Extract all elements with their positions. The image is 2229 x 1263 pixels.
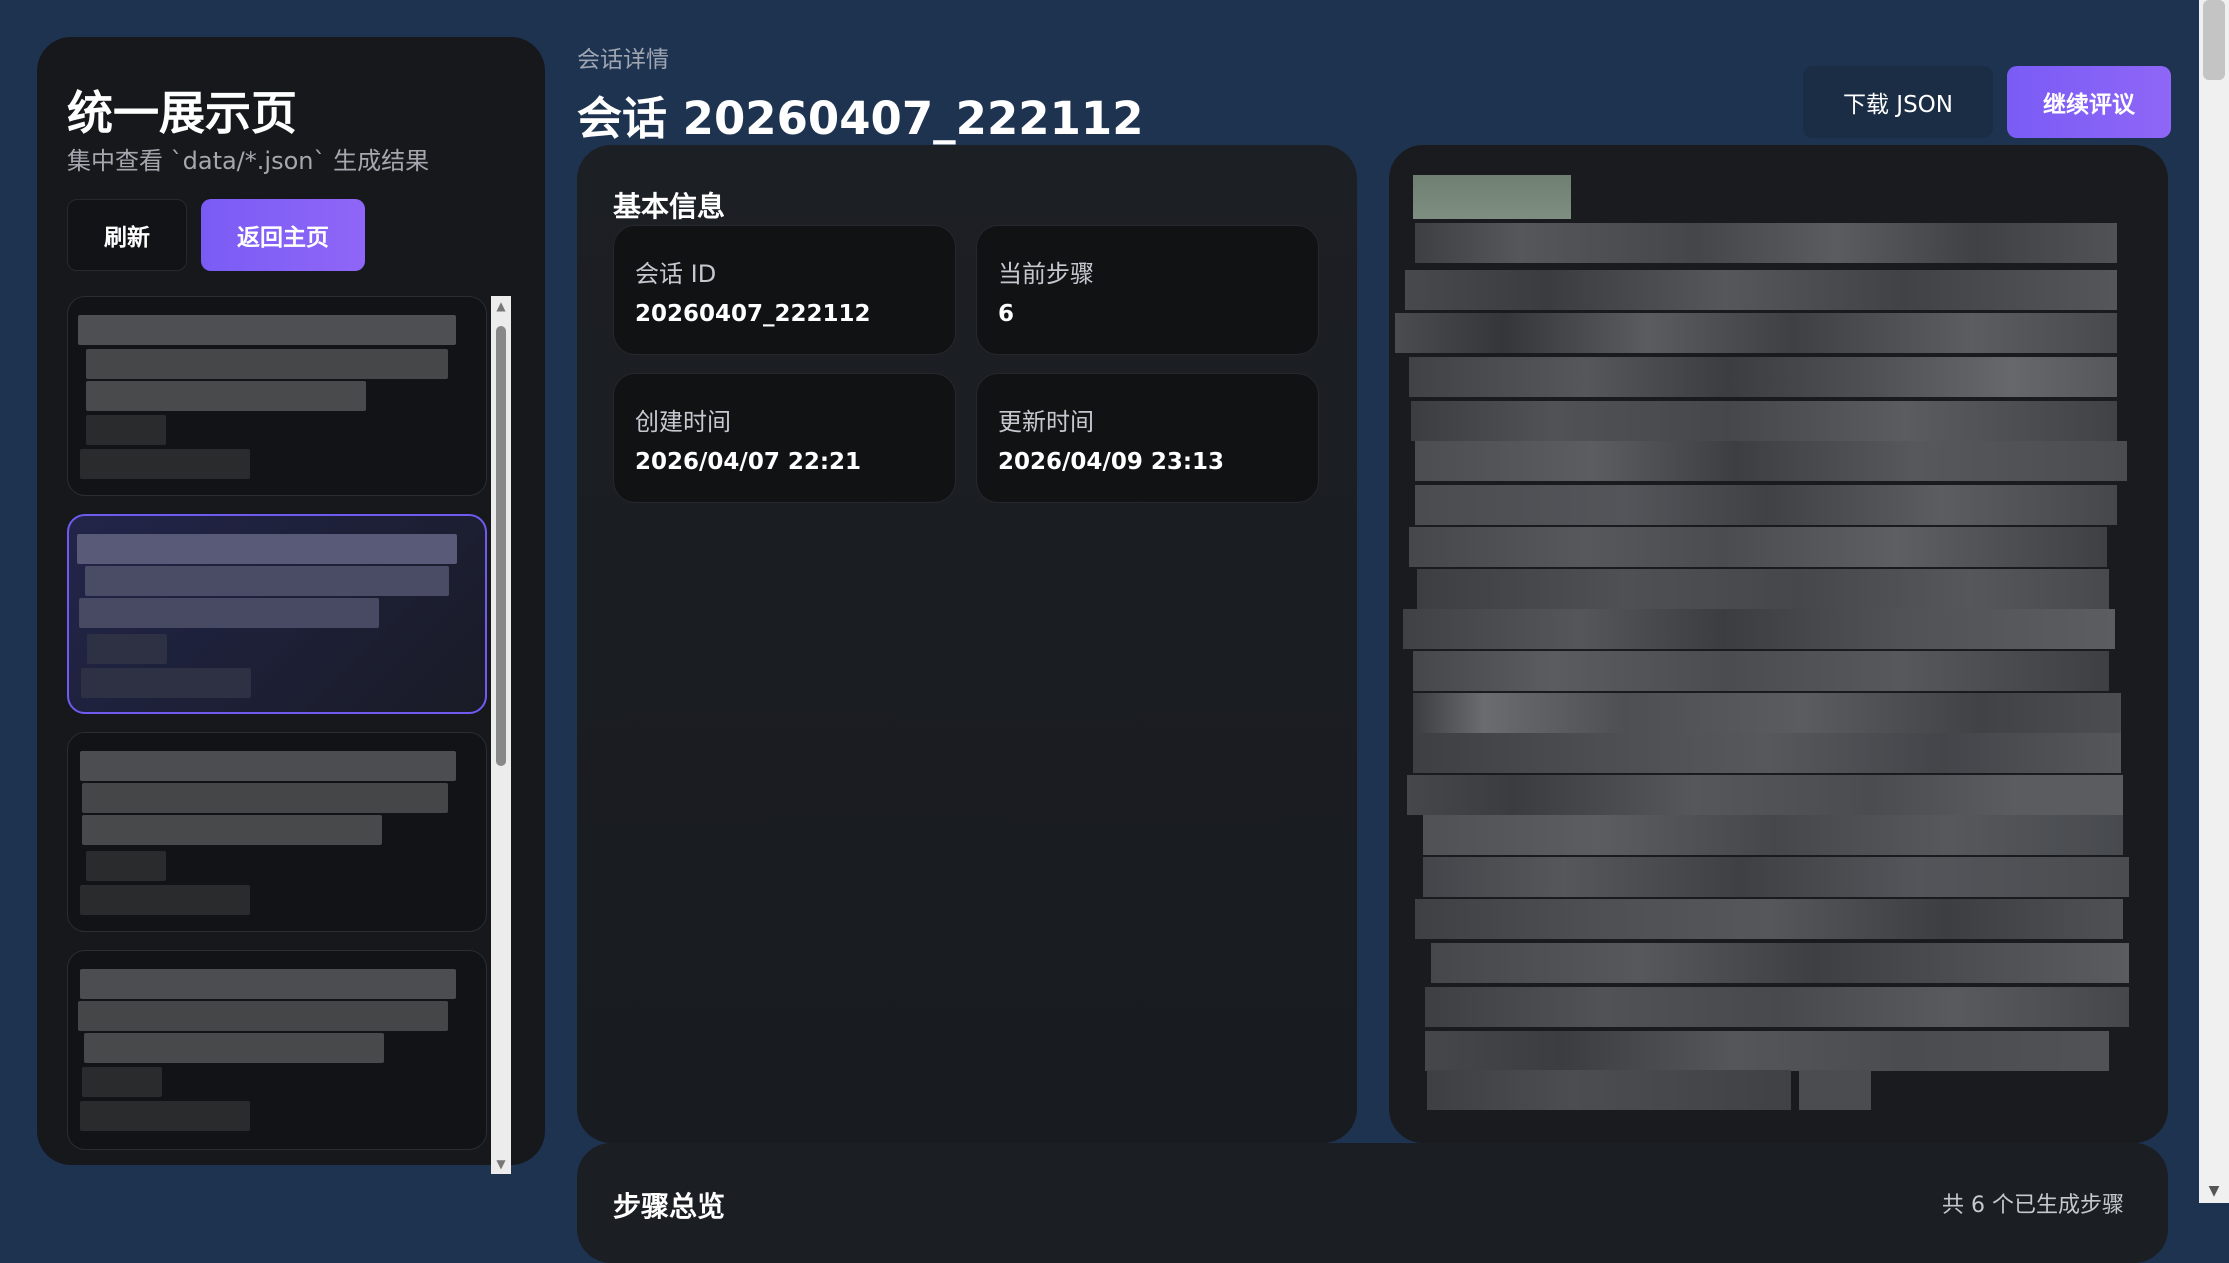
- info-value: 2026/04/07 22:21: [635, 449, 862, 475]
- session-card[interactable]: [67, 296, 487, 496]
- info-value: 20260407_222112: [635, 301, 871, 327]
- page-scrollbar-thumb[interactable]: [2203, 0, 2225, 80]
- scrollbar-thumb[interactable]: [496, 326, 506, 766]
- redacted-text: [1409, 527, 2107, 567]
- redacted-text: [80, 449, 250, 479]
- redacted-text: [1415, 441, 2127, 481]
- scroll-down-icon[interactable]: ▼: [491, 1154, 511, 1174]
- redacted-text: [1415, 899, 2123, 939]
- redacted-text: [1415, 485, 2117, 525]
- redacted-heading: [1413, 175, 1571, 219]
- redacted-text: [1423, 857, 2129, 897]
- redacted-text: [80, 751, 456, 781]
- redacted-text: [1407, 775, 2123, 815]
- session-card[interactable]: [67, 732, 487, 932]
- session-list: [67, 296, 515, 1174]
- redacted-text: [1413, 693, 2121, 733]
- info-label: 创建时间: [635, 408, 731, 436]
- continue-review-button[interactable]: 继续评议: [2007, 66, 2171, 138]
- redacted-text: [1427, 1070, 1791, 1110]
- redacted-text: [80, 969, 456, 999]
- redacted-text: [1403, 609, 2115, 649]
- download-json-button[interactable]: 下载 JSON: [1803, 66, 1993, 138]
- sidebar-title: 统一展示页: [67, 86, 297, 140]
- redacted-text: [86, 851, 166, 881]
- redacted-text: [1405, 270, 2117, 310]
- info-card-current-step: 当前步骤 6: [976, 225, 1319, 355]
- redacted-text: [78, 315, 456, 345]
- scroll-up-icon[interactable]: ▲: [491, 296, 511, 316]
- redacted-text: [1413, 651, 2109, 691]
- redacted-text: [87, 634, 167, 664]
- redacted-text: [84, 1033, 384, 1063]
- info-label: 更新时间: [998, 408, 1094, 436]
- sidebar-scrollbar[interactable]: ▲ ▼: [491, 296, 511, 1174]
- redacted-text: [1411, 401, 2117, 441]
- session-card-active[interactable]: [67, 514, 487, 714]
- redacted-text: [1425, 1031, 2109, 1071]
- redacted-text: [80, 885, 250, 915]
- redacted-text: [86, 415, 166, 445]
- sidebar: 统一展示页 集中查看 `data/*.json` 生成结果 刷新 返回主页 ▲ …: [37, 37, 545, 1174]
- page-scrollbar[interactable]: ▼: [2199, 0, 2229, 1203]
- redacted-text: [1423, 815, 2123, 855]
- redacted-text: [82, 783, 448, 813]
- redacted-text: [1417, 569, 2109, 609]
- redacted-text: [82, 1067, 162, 1097]
- basic-info-heading: 基本信息: [613, 190, 726, 223]
- redacted-text: [1799, 1070, 1871, 1110]
- redacted-text: [1431, 943, 2129, 983]
- page-title: 会话 20260407_222112: [577, 92, 1144, 145]
- redacted-text: [81, 668, 251, 698]
- redacted-text: [86, 381, 366, 411]
- step-count-summary: 共 6 个已生成步骤: [1942, 1193, 2124, 1218]
- info-label: 当前步骤: [998, 260, 1094, 288]
- sidebar-subtitle: 集中查看 `data/*.json` 生成结果: [67, 147, 430, 175]
- info-label: 会话 ID: [635, 260, 717, 288]
- breadcrumb: 会话详情: [577, 47, 669, 73]
- basic-info-panel: 基本信息 会话 ID 20260407_222112 当前步骤 6 创建时间 2…: [577, 145, 1357, 1143]
- redacted-text: [86, 349, 448, 379]
- content-preview-panel: [1389, 145, 2168, 1143]
- scroll-down-icon[interactable]: ▼: [2199, 1179, 2229, 1203]
- info-value: 2026/04/09 23:13: [998, 449, 1225, 475]
- redacted-text: [82, 815, 382, 845]
- redacted-text: [80, 1101, 250, 1131]
- redacted-text: [77, 534, 457, 564]
- info-card-updated-time: 更新时间 2026/04/09 23:13: [976, 373, 1319, 503]
- redacted-text: [1409, 357, 2117, 397]
- step-overview-heading: 步骤总览: [613, 1190, 726, 1223]
- home-button[interactable]: 返回主页: [201, 199, 365, 271]
- redacted-text: [1415, 223, 2117, 263]
- session-card[interactable]: [67, 950, 487, 1150]
- step-overview-panel: 步骤总览 共 6 个已生成步骤: [577, 1143, 2168, 1263]
- redacted-text: [85, 566, 449, 596]
- redacted-text: [1425, 987, 2129, 1027]
- info-value: 6: [998, 301, 1015, 327]
- redacted-text: [1413, 733, 2121, 773]
- info-card-session-id: 会话 ID 20260407_222112: [613, 225, 956, 355]
- refresh-button[interactable]: 刷新: [67, 199, 187, 271]
- redacted-text: [79, 598, 379, 628]
- redacted-text: [1395, 313, 2117, 353]
- redacted-text: [78, 1001, 448, 1031]
- info-card-created-time: 创建时间 2026/04/07 22:21: [613, 373, 956, 503]
